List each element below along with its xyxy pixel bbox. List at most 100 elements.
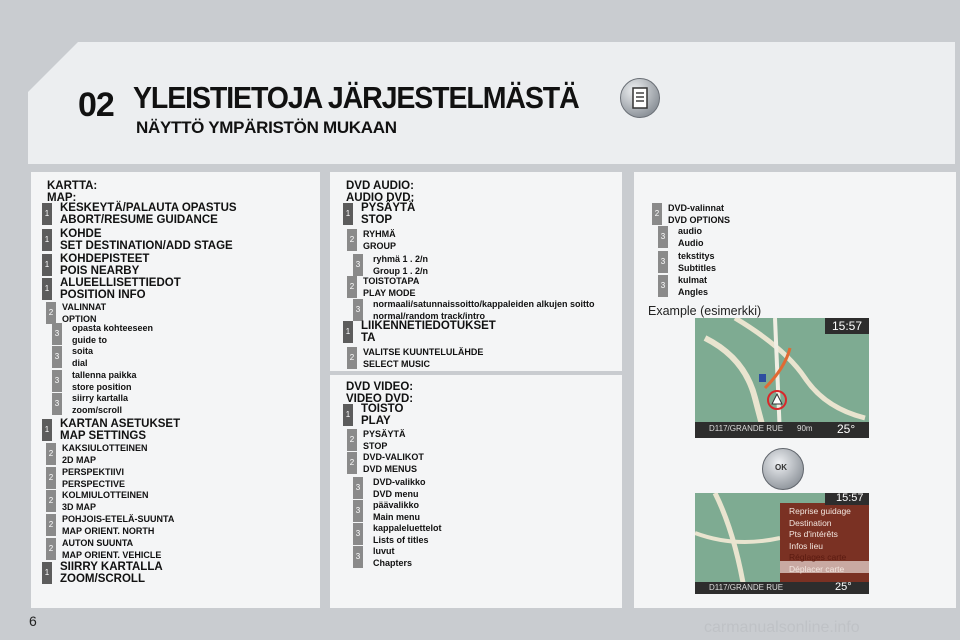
screen-time: 15:57 xyxy=(836,493,864,504)
menu-item-finnish: kappaleluettelot xyxy=(373,523,442,533)
menu-item: KESKEYTÄ/PALAUTA OPASTUS ABORT/RESUME GUI… xyxy=(60,202,237,226)
menu-item-english: STOP xyxy=(363,440,388,451)
menu-item-finnish: opasta kohteeseen xyxy=(72,323,154,333)
menu-item-english: zoom/scroll xyxy=(72,404,123,415)
menu-level-badge: 2 xyxy=(46,467,56,489)
menu-item-finnish: KOHDEPISTEET xyxy=(60,253,150,265)
menu-item-finnish: TOISTOTAPA xyxy=(363,276,420,286)
menu-item-finnish: AUTON SUUNTA xyxy=(62,538,134,548)
menu-level-badge: 1 xyxy=(42,229,52,251)
menu-item: DVD-VALIKOT DVD MENUS xyxy=(363,452,424,475)
menu-item: normaali/satunnaissoitto/kappaleiden alk… xyxy=(373,299,595,322)
menu-item: ALUEELLISETTIEDOT POSITION INFO xyxy=(60,277,181,301)
menu-level-badge: 1 xyxy=(42,562,52,584)
menu-level-badge: 3 xyxy=(658,251,668,273)
menu-item: POHJOIS-ETELÄ-SUUNTA MAP ORIENT. NORTH xyxy=(62,514,174,537)
menu-level-badge: 2 xyxy=(347,429,357,451)
menu-item-english: SELECT MUSIC xyxy=(363,358,431,369)
menu-item-finnish: luvut xyxy=(373,546,395,556)
menu-level-badge: 3 xyxy=(353,500,363,522)
menu-level-badge: 2 xyxy=(46,443,56,465)
screen-menu-item: Pts d'intérêts xyxy=(789,529,838,539)
section-heading-dvd-video: DVD VIDEO: VIDEO DVD: xyxy=(346,381,413,405)
menu-level-badge: 3 xyxy=(353,523,363,545)
menu-item-finnish: SIIRRY KARTALLA xyxy=(60,561,163,573)
menu-item-finnish: VALITSE KUUNTELULÄHDE xyxy=(363,347,484,357)
menu-level-badge: 3 xyxy=(353,254,363,276)
menu-level-badge: 3 xyxy=(52,393,62,415)
menu-item-english: MAP SETTINGS xyxy=(60,430,147,442)
menu-item-english: DVD OPTIONS xyxy=(668,214,731,225)
menu-level-badge: 1 xyxy=(42,254,52,276)
menu-item: VALINNAT OPTION xyxy=(62,302,106,325)
menu-level-badge: 3 xyxy=(353,299,363,321)
menu-item-finnish: RYHMÄ xyxy=(363,229,396,239)
menu-level-badge: 2 xyxy=(652,203,662,225)
menu-item: DVD-valikko DVD menu xyxy=(373,477,426,500)
menu-level-badge: 1 xyxy=(343,404,353,426)
menu-item-english: dial xyxy=(72,357,88,368)
menu-item-finnish: TOISTO xyxy=(361,403,404,415)
menu-item-english: guide to xyxy=(72,334,107,345)
screen-distance: 90m xyxy=(797,424,813,433)
menu-item-finnish: KARTAN ASETUKSET xyxy=(60,418,181,430)
menu-item-finnish: DVD-VALIKOT xyxy=(363,452,424,462)
menu-level-badge: 3 xyxy=(658,226,668,248)
menu-item-english: Chapters xyxy=(373,557,413,568)
menu-item: TOISTO PLAY xyxy=(361,403,403,427)
screen-menu-item: Reprise guidage xyxy=(789,506,851,516)
menu-item-english: POIS NEARBY xyxy=(60,265,140,277)
menu-level-badge: 2 xyxy=(46,490,56,512)
menu-item-finnish: tallenna paikka xyxy=(72,370,137,380)
menu-level-badge: 1 xyxy=(42,203,52,225)
menu-item-finnish: KESKEYTÄ/PALAUTA OPASTUS xyxy=(60,202,237,214)
menu-item-finnish: POHJOIS-ETELÄ-SUUNTA xyxy=(62,514,175,524)
panel-divider xyxy=(330,371,622,375)
screen-time: 15:57 xyxy=(832,319,863,333)
menu-item-english: DVD MENUS xyxy=(363,463,418,474)
menu-item: opasta kohteeseen guide to xyxy=(72,323,153,346)
screen-road-name: D117/GRANDE RUE xyxy=(709,583,784,592)
menu-level-badge: 2 xyxy=(46,514,56,536)
menu-item: KAKSIULOTTEINEN 2D MAP xyxy=(62,443,148,466)
menu-item: DVD-valinnat DVD OPTIONS xyxy=(668,203,730,226)
page-number: 6 xyxy=(29,613,37,629)
menu-level-badge: 3 xyxy=(353,546,363,568)
screen-menu-item: Infos lieu xyxy=(789,540,824,551)
menu-item-finnish: siirry kartalla xyxy=(72,393,129,403)
section-heading-line: DVD AUDIO: xyxy=(346,180,414,192)
menu-item-english: DVD menu xyxy=(373,488,419,499)
menu-level-badge: 2 xyxy=(46,302,56,324)
menu-item-finnish: soita xyxy=(72,346,94,356)
menu-item: soita dial xyxy=(72,346,93,369)
joystick-ok-icon: OK xyxy=(762,448,804,490)
menu-item: SIIRRY KARTALLA ZOOM/SCROLL xyxy=(60,561,163,585)
menu-item-english: TA xyxy=(361,332,376,344)
menu-item-finnish: ALUEELLISETTIEDOT xyxy=(60,277,181,289)
menu-item: LIIKENNETIEDOTUKSET TA xyxy=(361,320,496,344)
menu-item-finnish: KOHDE xyxy=(60,228,102,240)
menu-item-finnish: DVD-valinnat xyxy=(668,203,725,213)
menu-item-finnish: audio xyxy=(678,226,702,236)
section-heading-map: KARTTA: MAP: xyxy=(47,180,97,204)
menu-item-finnish: VALINNAT xyxy=(62,302,107,312)
menu-item: TOISTOTAPA PLAY MODE xyxy=(363,276,419,299)
menu-item-english: PLAY xyxy=(361,415,391,427)
screen-menu-item: Réglages carte xyxy=(789,552,847,562)
menu-item: RYHMÄ GROUP xyxy=(363,229,396,252)
menu-item-finnish: kulmat xyxy=(678,275,708,285)
menu-item-english: Angles xyxy=(678,286,709,297)
menu-item-english: Audio xyxy=(678,237,704,248)
menu-item-english: MAP ORIENT. NORTH xyxy=(62,525,155,536)
menu-item-english: store position xyxy=(72,381,132,392)
menu-item-finnish: PYSÄYTÄ xyxy=(361,202,416,214)
menu-item-english: PERSPECTIVE xyxy=(62,478,126,489)
menu-level-badge: 2 xyxy=(347,347,357,369)
menu-item-english: ZOOM/SCROLL xyxy=(60,573,145,585)
menu-item-english: Subtitles xyxy=(678,262,717,273)
menu-level-badge: 3 xyxy=(52,346,62,368)
menu-item: PERSPEKTIIVI PERSPECTIVE xyxy=(62,467,125,490)
menu-item: luvut Chapters xyxy=(373,546,412,569)
menu-item: KARTAN ASETUKSET MAP SETTINGS xyxy=(60,418,180,442)
menu-level-badge: 3 xyxy=(52,323,62,345)
